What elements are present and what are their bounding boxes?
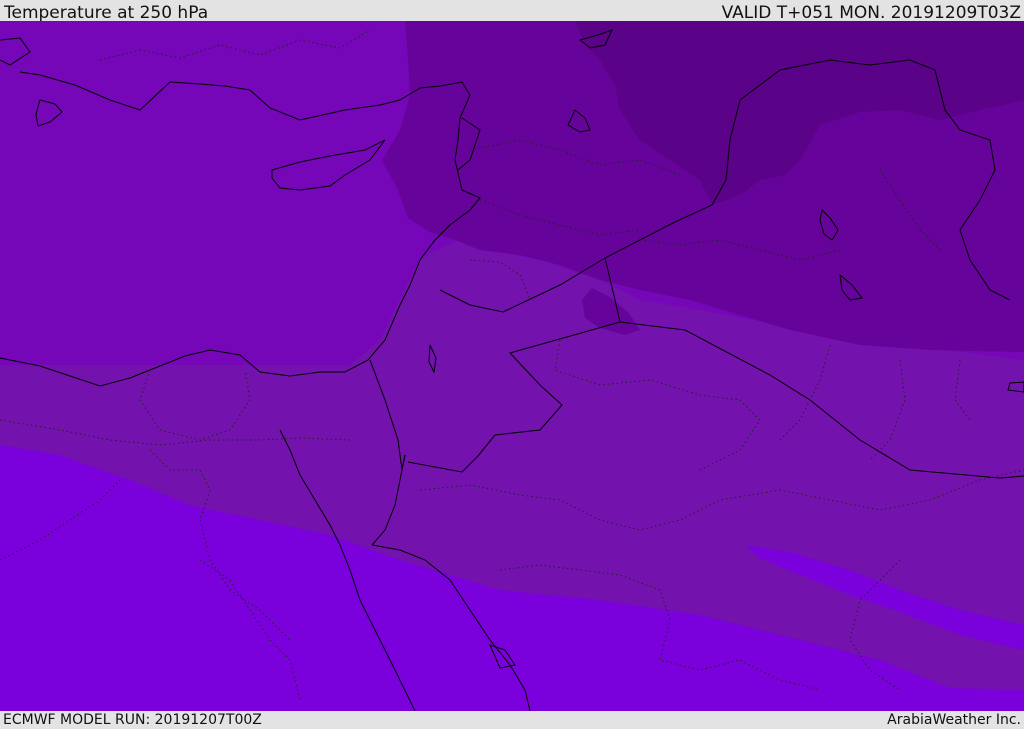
map-svg [0, 21, 1024, 711]
valid-time-label: VALID T+051 MON. 20191209T03Z [721, 3, 1021, 23]
footer-bar: ECMWF MODEL RUN: 20191207T00Z ArabiaWeat… [0, 711, 1024, 729]
header-bar: Temperature at 250 hPa VALID T+051 MON. … [0, 0, 1024, 23]
temperature-map [0, 21, 1024, 711]
model-run-label: ECMWF MODEL RUN: 20191207T00Z [3, 712, 262, 728]
credit-label: ArabiaWeather Inc. [887, 712, 1021, 728]
map-title: Temperature at 250 hPa [4, 3, 209, 23]
